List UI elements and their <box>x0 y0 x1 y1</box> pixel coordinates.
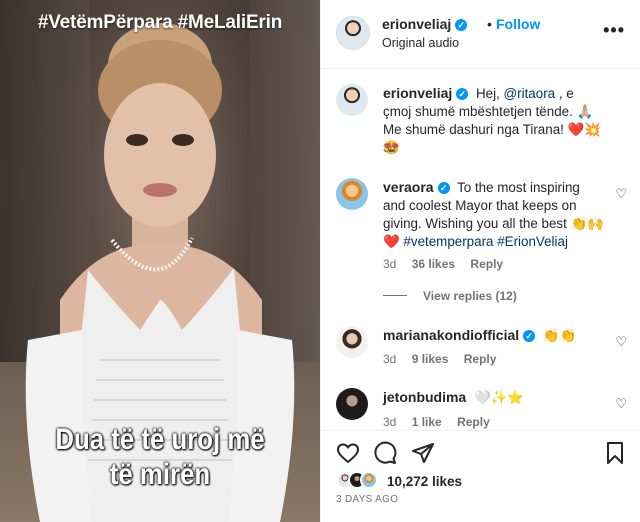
comment-username[interactable]: veraora ✓ <box>383 179 450 195</box>
avatar[interactable] <box>336 84 368 116</box>
verified-badge-icon: ✓ <box>456 88 469 100</box>
reply-button[interactable]: Reply <box>457 415 490 429</box>
reply-button[interactable]: Reply <box>470 257 503 271</box>
mention-link[interactable]: @ritaora <box>504 86 556 101</box>
follow-button[interactable]: Follow <box>496 16 540 32</box>
comment-body: 🤍✨⭐ <box>473 390 524 405</box>
share-paper-plane-icon[interactable] <box>411 441 435 465</box>
comment-time[interactable]: 3d <box>383 257 396 271</box>
avatar[interactable] <box>336 178 368 210</box>
comment-time[interactable]: 3d <box>383 352 396 366</box>
post-panel: erionveliaj ✓ • Follow Original audio •••… <box>320 0 640 522</box>
comment-bubble-icon[interactable] <box>373 441 397 465</box>
avatar[interactable] <box>336 388 368 420</box>
post-header: erionveliaj ✓ • Follow Original audio ••• <box>321 0 640 69</box>
post-media[interactable]: #VetëmPërpara #MeLaliErin Dua të të uroj… <box>0 0 320 522</box>
post-date[interactable]: 3 DAYS AGO <box>336 494 398 505</box>
divider-line <box>383 295 407 296</box>
comment-likes[interactable]: 1 like <box>412 415 442 429</box>
author-username[interactable]: erionveliaj ✓ <box>382 16 468 32</box>
action-bar: 10,272 likes 3 DAYS AGO <box>321 430 640 522</box>
verified-badge-icon: ✓ <box>437 182 450 194</box>
comment-username[interactable]: marianakondiofficial ✓ <box>383 327 536 343</box>
subtitle-line-1: Dua të të uroj më <box>55 423 265 456</box>
caption-time[interactable]: 3d <box>383 141 396 155</box>
hashtag-link[interactable]: #vetemperpara #ErionVeliaj <box>403 234 568 249</box>
more-options-icon[interactable]: ••• <box>603 20 625 41</box>
caption-username[interactable]: erionveliaj ✓ <box>383 85 469 101</box>
audio-link[interactable]: Original audio <box>382 36 459 50</box>
view-replies-button[interactable]: View replies (12) <box>383 289 517 303</box>
separator-dot: • <box>487 16 492 32</box>
comment-body: 👏👏 <box>542 328 577 343</box>
caption-meta: 3d <box>383 141 408 155</box>
verified-badge-icon: ✓ <box>523 330 536 342</box>
comment-meta: 3d 9 likes Reply <box>383 352 508 366</box>
reply-button[interactable]: Reply <box>464 352 497 366</box>
like-comment-heart-icon[interactable]: ♡ <box>615 186 627 202</box>
comment-meta: 3d 36 likes Reply <box>383 257 515 271</box>
hashtag-overlay: #VetëmPërpara #MeLaliErin <box>37 12 283 33</box>
comment-username[interactable]: jetonbudima <box>383 389 466 405</box>
like-heart-icon[interactable] <box>336 441 360 465</box>
comment-text: marianakondiofficial ✓ 👏👏 <box>383 326 605 345</box>
video-subtitle: Dua të të uroj më të mirën <box>22 422 297 492</box>
subtitle-line-2: të mirën <box>109 458 211 491</box>
likes-count[interactable]: 10,272 likes <box>387 474 462 489</box>
liker-avatar <box>360 471 378 489</box>
caption-text-start: Hej, <box>476 86 504 101</box>
comment-time[interactable]: 3d <box>383 415 396 429</box>
like-comment-heart-icon[interactable]: ♡ <box>615 396 627 412</box>
like-comment-heart-icon[interactable]: ♡ <box>615 334 627 350</box>
comment-text: jetonbudima 🤍✨⭐ <box>383 388 605 407</box>
avatar[interactable] <box>336 16 370 50</box>
avatar[interactable] <box>336 326 368 358</box>
comment-likes[interactable]: 36 likes <box>412 257 455 271</box>
comment-text: veraora ✓ To the most inspiring and coole… <box>383 178 605 251</box>
comments-list[interactable]: erionveliaj ✓ Hej, @ritaora , e çmoj shum… <box>321 70 640 429</box>
comment-likes[interactable]: 9 likes <box>412 352 449 366</box>
save-bookmark-icon[interactable] <box>603 441 627 465</box>
comment-meta: 3d 1 like Reply <box>383 415 502 429</box>
caption-text: erionveliaj ✓ Hej, @ritaora , e çmoj shum… <box>383 84 605 157</box>
verified-badge-icon: ✓ <box>455 19 468 31</box>
